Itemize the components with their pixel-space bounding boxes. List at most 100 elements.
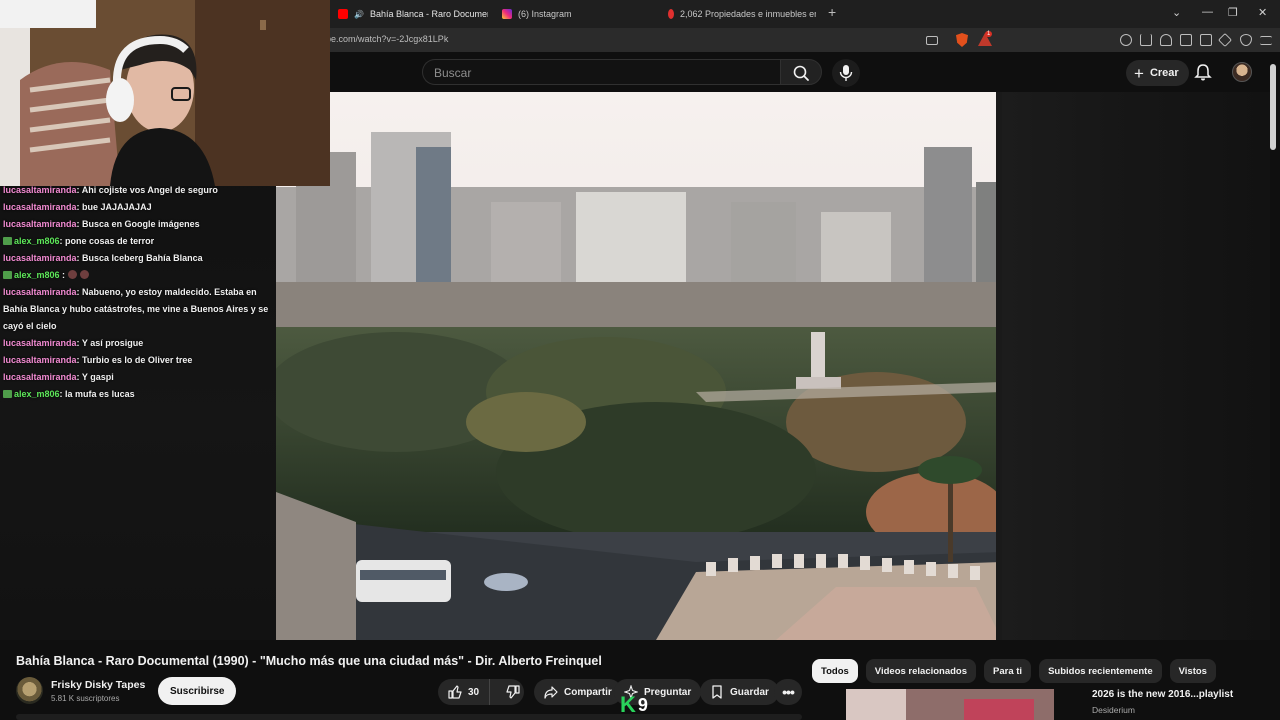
tab-search-icon[interactable]: ⌄ (1172, 6, 1181, 19)
chat-message: lucasaltamiranda: Busca en Google imágen… (3, 216, 283, 233)
thumbs-down-icon (506, 685, 520, 699)
save-button[interactable]: Guardar (700, 679, 779, 705)
create-button[interactable]: + Crear (1126, 60, 1189, 86)
menu-icon[interactable] (1260, 36, 1272, 45)
chat-overlay: lucasaltamiranda: Ahi cojiste vos Angel … (3, 182, 283, 403)
chat-text: : (59, 270, 66, 280)
brave-shields-icon[interactable] (956, 33, 968, 47)
share-button[interactable]: Compartir (534, 679, 622, 705)
chat-message: alex_m806: la mufa es lucas (3, 386, 283, 403)
create-label: Crear (1149, 67, 1179, 79)
chat-username: lucasaltamiranda (3, 219, 77, 229)
video-frame-city-aerial (276, 92, 1002, 640)
tab-title: Bahía Blanca - Raro Documen (369, 9, 488, 19)
video-player[interactable] (276, 92, 1002, 640)
account-avatar[interactable] (1232, 62, 1252, 82)
thumbnail-image (846, 689, 1054, 720)
vpn-icon[interactable] (1240, 34, 1252, 46)
webcam-feed-image (0, 0, 330, 186)
youtube-favicon-icon (338, 9, 348, 19)
chat-username: lucasaltamiranda (3, 253, 77, 263)
downloads-icon[interactable] (1140, 34, 1152, 46)
chip-videos-relacionados[interactable]: Videos relacionados (865, 659, 977, 683)
recommendation-title[interactable]: 2026 is the new 2016...playlist (1092, 689, 1233, 700)
chip-vistos[interactable]: Vistos (1169, 659, 1216, 683)
page-background-right (1002, 92, 1270, 640)
microphone-icon (839, 65, 853, 81)
tab-title: 2,062 Propiedades e inmuebles en B (680, 9, 816, 19)
recommendation-thumbnail[interactable] (814, 689, 1086, 720)
channel-name[interactable]: Frisky Disky Tapes (51, 679, 145, 691)
pin-favicon-icon (668, 9, 674, 19)
chat-username: alex_m806 (14, 389, 60, 399)
search-box[interactable]: Buscar (422, 59, 780, 85)
thumbs-up-icon (448, 685, 462, 699)
chat-username: lucasaltamiranda (3, 287, 77, 297)
channel-avatar[interactable] (16, 677, 43, 704)
maximize-button[interactable]: ❐ (1228, 6, 1238, 19)
recommendation-channel[interactable]: Desiderium (1092, 705, 1135, 715)
share-label: Compartir (564, 686, 612, 698)
notifications-bell-icon[interactable] (1194, 63, 1212, 81)
search-icon (793, 65, 809, 81)
search-input[interactable]: Buscar (434, 66, 471, 80)
chat-text: : Busca en Google imágenes (76, 219, 200, 229)
chat-message: lucasaltamiranda: Turbio es lo de Oliver… (3, 352, 283, 369)
subscribe-button[interactable]: Suscribirse (158, 677, 237, 705)
chat-text: : Y así prosigue (76, 338, 144, 348)
wallet-icon[interactable] (1200, 34, 1212, 46)
chat-text: : la mufa es lucas (59, 389, 135, 399)
dislike-button[interactable] (496, 679, 530, 705)
chip-para-ti[interactable]: Para ti (984, 659, 1032, 683)
cast-icon[interactable] (926, 36, 938, 45)
chip-subidos-recientemente[interactable]: Subidos recientemente (1039, 659, 1162, 683)
subscriber-badge-icon (3, 390, 12, 398)
chat-username: lucasaltamiranda (3, 202, 77, 212)
sidebar-icon[interactable] (1180, 34, 1192, 46)
emote-icon (80, 270, 90, 279)
chat-message: lucasaltamiranda: Busca Iceberg Bahía Bl… (3, 250, 283, 267)
share-icon (544, 686, 558, 699)
minimize-button[interactable]: — (1202, 6, 1213, 18)
webcam-overlay (0, 0, 330, 186)
new-tab-button[interactable]: + (828, 4, 836, 20)
extensions-icon[interactable] (1120, 34, 1132, 46)
like-dislike-group: 30 (438, 679, 524, 705)
tab-instagram[interactable]: (6) Instagram (502, 4, 642, 24)
chat-text: : Turbio es lo de Oliver tree (76, 355, 193, 365)
chat-username: lucasaltamiranda (3, 372, 77, 382)
rewards-badge: 1 (985, 31, 993, 37)
chat-text: : pone cosas de terror (59, 236, 155, 246)
tab-youtube[interactable]: 🔊 Bahía Blanca - Raro Documen ✕ (338, 4, 488, 24)
chip-todos[interactable]: Todos (812, 659, 858, 683)
like-count: 30 (468, 686, 480, 698)
chat-message: lucasaltamiranda: Nabueno, yo estoy mald… (3, 284, 283, 335)
filter-chips: Todos Videos relacionados Para ti Subido… (812, 659, 1216, 683)
tab-propiedades[interactable]: 2,062 Propiedades e inmuebles en B (668, 4, 816, 24)
chat-message: lucasaltamiranda: Y así prosigue (3, 335, 283, 352)
chat-message: lucasaltamiranda: Y gaspi (3, 369, 283, 386)
more-actions-button[interactable]: ••• (774, 679, 802, 705)
chat-message: alex_m806 : (3, 267, 283, 284)
url-field[interactable]: be.com/watch?v=-2Jcgx81LPk (326, 34, 448, 44)
page-scrollbar[interactable] (1270, 64, 1276, 150)
like-button[interactable]: 30 (438, 679, 491, 705)
media-icon[interactable] (1160, 34, 1172, 46)
leo-ai-icon[interactable] (1217, 32, 1233, 48)
subscriber-badge-icon (3, 271, 12, 279)
speaker-icon[interactable]: 🔊 (354, 10, 364, 19)
voice-search-button[interactable] (832, 59, 860, 87)
subscriber-badge-icon (3, 237, 12, 245)
chat-text: : Busca Iceberg Bahía Blanca (76, 253, 203, 263)
chat-username: lucasaltamiranda (3, 355, 77, 365)
chat-message: alex_m806: pone cosas de terror (3, 233, 283, 250)
subscriber-count: 5.81 K suscriptores (51, 694, 120, 703)
overlay-number: 9 (637, 694, 648, 715)
description-box[interactable] (16, 714, 802, 720)
tab-title: (6) Instagram (518, 9, 572, 19)
search-button[interactable] (780, 59, 822, 85)
save-label: Guardar (730, 686, 769, 698)
close-window-button[interactable]: ✕ (1258, 6, 1267, 19)
video-title: Bahía Blanca - Raro Documental (1990) - … (16, 654, 602, 668)
bookmark-icon (712, 685, 722, 699)
